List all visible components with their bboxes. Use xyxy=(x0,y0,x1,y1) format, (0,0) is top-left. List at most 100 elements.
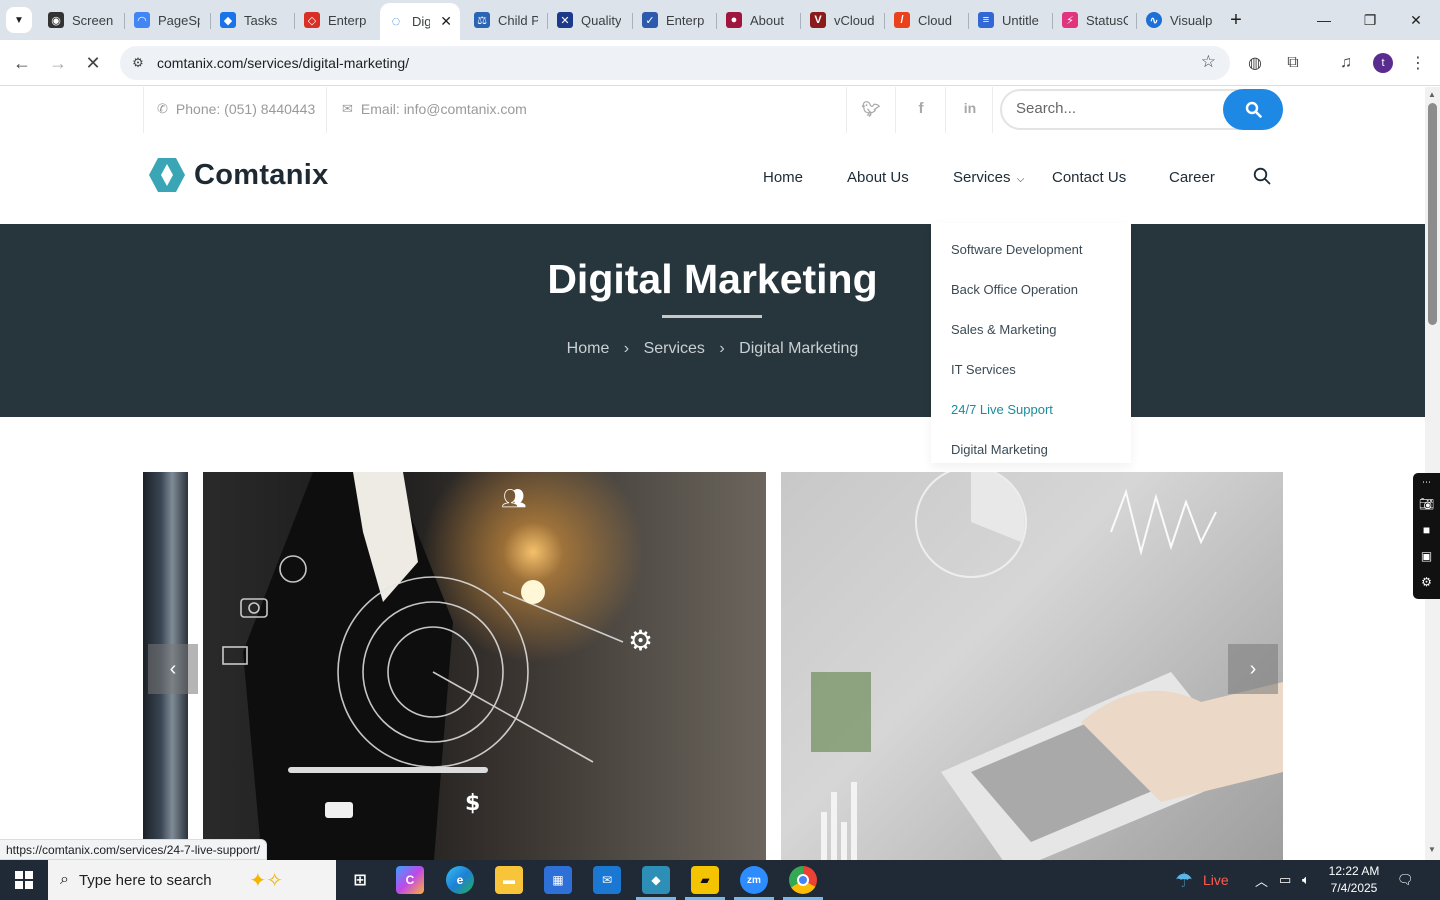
file-explorer-icon[interactable]: ▬ xyxy=(495,866,523,894)
restore-button[interactable]: ❐ xyxy=(1347,0,1393,40)
scroll-up-icon[interactable]: ▲ xyxy=(1428,90,1436,99)
linkedin-icon[interactable]: in xyxy=(960,100,980,116)
tab-about[interactable]: ● About xyxy=(718,6,800,34)
dropdown-sales-marketing[interactable]: Sales & Marketing xyxy=(951,322,1057,337)
tab-quality[interactable]: ✕ Quality xyxy=(549,6,631,34)
chevron-down-icon: ▼ xyxy=(14,14,24,26)
tab-search-button[interactable]: ▼ xyxy=(6,7,32,33)
tab-statusc[interactable]: ⚡ StatusC xyxy=(1054,6,1136,34)
dropdown-back-office-operation[interactable]: Back Office Operation xyxy=(951,282,1078,297)
slider-next-button[interactable]: › xyxy=(1228,644,1278,694)
tab-screen[interactable]: ◉ Screen xyxy=(40,6,122,34)
scrollbar-thumb[interactable] xyxy=(1428,103,1437,325)
profile-avatar[interactable]: t xyxy=(1373,53,1393,73)
start-button[interactable] xyxy=(0,860,48,900)
zoom-icon[interactable]: zm xyxy=(740,866,768,894)
slider-image-digital-marketing: ⚙ $ 👥︎ xyxy=(203,472,766,860)
sticky-notes-icon[interactable]: ▰ xyxy=(691,866,719,894)
twitter-icon[interactable]: 🐦︎ xyxy=(861,100,881,118)
nav-search-icon[interactable] xyxy=(1253,167,1271,190)
notifications-icon[interactable]: 🗨︎ xyxy=(1397,860,1414,900)
new-tab-button[interactable]: + xyxy=(1224,8,1248,32)
tab-untitled[interactable]: ≡ Untitle xyxy=(970,6,1052,34)
network-icon[interactable]: ▭ xyxy=(1279,860,1291,900)
tab-favicon-icon: ◇ xyxy=(304,12,320,28)
site-info-icon[interactable]: ⚙ xyxy=(128,53,148,73)
tab-child-p[interactable]: ⚖ Child P xyxy=(466,6,546,34)
tab-favicon-icon: / xyxy=(894,12,910,28)
search-input[interactable] xyxy=(1016,100,1216,117)
breadcrumb-current: Digital Marketing xyxy=(739,340,859,357)
settings-icon[interactable]: ⚙ xyxy=(1413,569,1440,595)
more-icon[interactable]: ⋯ xyxy=(1413,473,1440,491)
volume-icon[interactable]: 🔈︎ xyxy=(1302,860,1310,900)
mail-icon[interactable]: ✉ xyxy=(593,866,621,894)
tab-favicon-icon: ● xyxy=(726,12,742,28)
tab-enterprise-1[interactable]: ◇ Enterp xyxy=(296,6,378,34)
forward-button[interactable]: → xyxy=(44,49,72,77)
slider-prev-button[interactable]: ‹ xyxy=(148,644,198,694)
tab-enterprise-2[interactable]: ✓ Enterp xyxy=(634,6,716,34)
page-title: Digital Marketing xyxy=(547,256,878,302)
email-info[interactable]: ✉ Email: info@comtanix.com xyxy=(342,101,527,117)
site-logo[interactable]: Comtanix xyxy=(148,157,329,193)
facebook-icon[interactable]: f xyxy=(911,100,931,117)
app-diamond-icon[interactable]: ◆ xyxy=(642,866,670,894)
tab-separator xyxy=(716,13,717,29)
tab-pagespeed[interactable]: ◠ PageSp xyxy=(126,6,208,34)
sparkle-icon: ✦✧ xyxy=(249,869,284,892)
address-bar[interactable]: ⚙ comtanix.com/services/digital-marketin… xyxy=(120,46,1230,80)
tab-favicon-icon: ∿ xyxy=(1146,12,1162,28)
back-button[interactable]: ← xyxy=(8,49,36,77)
tab-cloud[interactable]: / Cloud xyxy=(886,6,968,34)
tab-favicon-icon: ⚡ xyxy=(1062,12,1078,28)
nav-about-us[interactable]: About Us xyxy=(847,169,909,186)
stop-loading-button[interactable]: ✕ xyxy=(79,49,107,77)
tab-visualping[interactable]: ∿ Visualp xyxy=(1138,6,1220,34)
weather-widget[interactable]: ☂ Live xyxy=(1175,860,1229,900)
tab-separator xyxy=(968,13,969,29)
nav-career[interactable]: Career xyxy=(1169,169,1215,186)
translate-icon[interactable]: ◍ xyxy=(1243,51,1267,75)
video-icon[interactable]: ■ xyxy=(1413,517,1440,543)
nav-contact-us[interactable]: Contact Us xyxy=(1052,169,1126,186)
extensions-icon[interactable]: ⧉ xyxy=(1281,51,1305,75)
nav-home[interactable]: Home xyxy=(763,169,803,186)
tab-favicon-icon: ◆ xyxy=(220,12,236,28)
arrow-left-icon: ← xyxy=(13,52,31,73)
close-window-button[interactable]: ✕ xyxy=(1393,0,1439,40)
store-icon[interactable]: ▦ xyxy=(544,866,572,894)
taskbar-clock[interactable]: 12:22 AM 7/4/2025 xyxy=(1322,863,1386,897)
taskbar-search[interactable]: ⌕ Type here to search ✦✧ xyxy=(48,860,336,900)
bookmark-star-icon[interactable]: ☆ xyxy=(1201,52,1216,72)
dropdown-live-support[interactable]: 24/7 Live Support xyxy=(951,402,1053,417)
close-tab-icon[interactable]: ✕ xyxy=(440,13,452,30)
chrome-icon[interactable] xyxy=(789,866,817,894)
tab-vcloud[interactable]: VvCloud xyxy=(802,6,884,34)
breadcrumb-home[interactable]: Home xyxy=(567,340,610,357)
divider xyxy=(143,87,144,133)
media-control-icon[interactable]: ♫ xyxy=(1334,51,1358,75)
nav-services[interactable]: Services ⌵ xyxy=(953,169,1024,186)
url-text[interactable]: comtanix.com/services/digital-marketing/ xyxy=(157,55,409,71)
tab-tasks[interactable]: ◆ Tasks xyxy=(212,6,294,34)
laptop-analytics-illustration xyxy=(811,472,1283,860)
scroll-down-icon[interactable]: ▼ xyxy=(1428,845,1436,854)
dropdown-digital-marketing[interactable]: Digital Marketing xyxy=(951,442,1048,457)
window-icon[interactable]: ▣ xyxy=(1413,543,1440,569)
tab-digital-marketing[interactable]: ◌ Dig ✕ xyxy=(380,3,460,40)
dropdown-it-services[interactable]: IT Services xyxy=(951,362,1016,377)
minimize-button[interactable]: — xyxy=(1301,0,1347,40)
dropdown-software-development[interactable]: Software Development xyxy=(951,242,1083,257)
copilot-icon[interactable]: C xyxy=(396,866,424,894)
camera-icon[interactable]: 📷︎ xyxy=(1413,491,1440,517)
show-hidden-icons[interactable]: ︿ xyxy=(1255,860,1268,900)
more-menu-icon[interactable]: ⋮ xyxy=(1406,51,1430,75)
task-view-icon[interactable]: ⊞ xyxy=(346,866,374,894)
edge-icon[interactable]: e xyxy=(446,866,474,894)
windows-logo-icon xyxy=(15,871,33,889)
chevron-right-icon: › xyxy=(623,340,630,357)
breadcrumb-services[interactable]: Services xyxy=(644,340,705,357)
search-button[interactable] xyxy=(1223,89,1283,130)
tab-favicon-icon: ✕ xyxy=(557,12,573,28)
